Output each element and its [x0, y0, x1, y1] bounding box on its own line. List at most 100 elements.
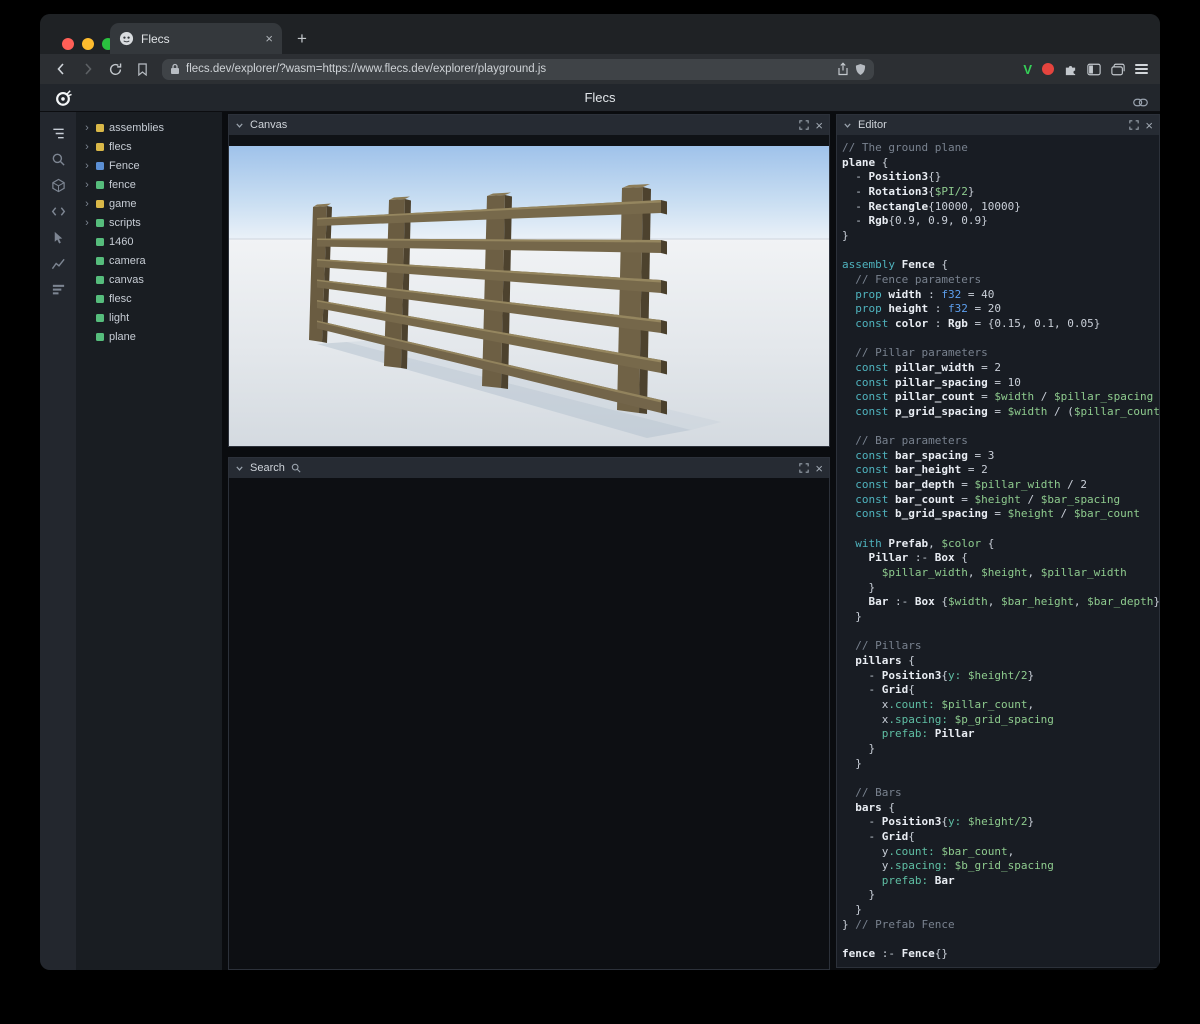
- tree-item-Fence[interactable]: ›Fence: [76, 156, 222, 175]
- code-line: const pillar_count = $width / $pillar_sp…: [842, 390, 1159, 405]
- code-line: with Prefab, $color {: [842, 537, 1159, 552]
- tree-item-canvas[interactable]: canvas: [76, 270, 222, 289]
- menu-icon[interactable]: [1135, 62, 1148, 76]
- editor-code[interactable]: // The ground planeplane { - Position3{}…: [837, 135, 1159, 967]
- chart-icon[interactable]: [40, 250, 76, 276]
- search-icon[interactable]: [40, 146, 76, 172]
- canvas-panel: Canvas ×: [228, 114, 830, 447]
- code-line: // Bars: [842, 786, 1159, 801]
- entity-color-icon: [96, 200, 104, 208]
- shield-icon[interactable]: [855, 63, 866, 76]
- search-icon[interactable]: [291, 463, 301, 473]
- fullscreen-icon[interactable]: [1129, 120, 1139, 130]
- entity-color-icon: [96, 124, 104, 132]
- expand-arrow-icon[interactable]: ›: [83, 198, 91, 210]
- chevron-down-icon[interactable]: [235, 121, 244, 130]
- wallet-icon[interactable]: [1111, 63, 1125, 76]
- code-line: const bar_spacing = 3: [842, 449, 1159, 464]
- code-line: pillars {: [842, 654, 1159, 669]
- share-icon[interactable]: [837, 62, 849, 76]
- search-results-area[interactable]: [229, 478, 829, 969]
- inspect-icon[interactable]: [40, 224, 76, 250]
- search-panel-title: Search: [250, 462, 285, 474]
- code-icon[interactable]: [40, 198, 76, 224]
- sidebar-toggle-icon[interactable]: [1087, 63, 1101, 76]
- code-line: }: [842, 742, 1159, 757]
- code-line: const p_grid_spacing = $width / ($pillar…: [842, 405, 1159, 420]
- editor-panel-header[interactable]: Editor ×: [837, 115, 1159, 135]
- tree-item-label: fence: [109, 179, 136, 191]
- editor-panel: Editor × // The ground planeplane { - Po…: [836, 114, 1160, 968]
- code-line: fence :- Fence{}: [842, 947, 1159, 962]
- tree-item-game[interactable]: ›game: [76, 194, 222, 213]
- puzzle-icon[interactable]: [1064, 63, 1077, 76]
- expand-arrow-icon[interactable]: ›: [83, 122, 91, 134]
- tab-close-icon[interactable]: ×: [265, 32, 273, 45]
- browser-tab[interactable]: Flecs ×: [110, 23, 282, 54]
- code-line: } // Prefab Fence: [842, 918, 1159, 933]
- code-line: [842, 419, 1159, 434]
- tree-item-light[interactable]: light: [76, 308, 222, 327]
- new-tab-button[interactable]: +: [290, 29, 314, 49]
- flecs-logo: [54, 89, 72, 112]
- close-window-button[interactable]: [62, 38, 74, 50]
- close-icon[interactable]: ×: [815, 119, 823, 132]
- canvas-panel-header[interactable]: Canvas ×: [229, 115, 829, 135]
- entity-color-icon: [96, 333, 104, 341]
- code-line: prop height : f32 = 20: [842, 302, 1159, 317]
- expand-arrow-icon[interactable]: ›: [83, 160, 91, 172]
- code-line: // The ground plane: [842, 141, 1159, 156]
- url-bar[interactable]: flecs.dev/explorer/?wasm=https://www.fle…: [162, 59, 874, 80]
- code-line: x.count: $pillar_count,: [842, 698, 1159, 713]
- code-line: }: [842, 229, 1159, 244]
- tree-item-1460[interactable]: 1460: [76, 232, 222, 251]
- tree-item-flesc[interactable]: flesc: [76, 289, 222, 308]
- code-line: prop width : f32 = 40: [842, 288, 1159, 303]
- tree-item-fence[interactable]: › fence: [76, 175, 222, 194]
- tree-item-plane[interactable]: plane: [76, 327, 222, 346]
- expand-arrow-icon[interactable]: ›: [83, 179, 91, 191]
- code-line: [842, 771, 1159, 786]
- tree-icon[interactable]: [40, 120, 76, 146]
- close-icon[interactable]: ×: [815, 462, 823, 475]
- tree-item-scripts[interactable]: › scripts: [76, 213, 222, 232]
- expand-arrow-icon[interactable]: ›: [83, 141, 91, 153]
- back-icon[interactable]: [50, 58, 72, 80]
- share-link-icon[interactable]: [1133, 94, 1148, 112]
- expand-arrow-icon[interactable]: ›: [83, 217, 91, 229]
- tree-item-label: scripts: [109, 217, 141, 229]
- tab-title: Flecs: [141, 32, 258, 46]
- search-panel-header[interactable]: Search ×: [229, 458, 829, 478]
- code-line: const bar_count = $height / $bar_spacing: [842, 493, 1159, 508]
- extension-v-icon[interactable]: V: [1023, 62, 1032, 77]
- entity-color-icon: [96, 257, 104, 265]
- tree-item-label: flesc: [109, 293, 132, 305]
- code-line: assembly Fence {: [842, 258, 1159, 273]
- entity-color-icon: [96, 276, 104, 284]
- entities-icon[interactable]: [40, 172, 76, 198]
- tree-item-camera[interactable]: camera: [76, 251, 222, 270]
- forward-icon[interactable]: [77, 58, 99, 80]
- entity-color-icon: [96, 181, 104, 189]
- fullscreen-icon[interactable]: [799, 120, 809, 130]
- fullscreen-icon[interactable]: [799, 463, 809, 473]
- url-text[interactable]: flecs.dev/explorer/?wasm=https://www.fle…: [186, 63, 831, 75]
- code-line: const b_grid_spacing = $height / $bar_co…: [842, 507, 1159, 522]
- stats-icon[interactable]: [40, 276, 76, 302]
- tree-item-assemblies[interactable]: ›assemblies: [76, 118, 222, 137]
- code-line: plane {: [842, 156, 1159, 171]
- bookmarks-icon[interactable]: [131, 58, 153, 80]
- tree-item-flecs[interactable]: ›flecs: [76, 137, 222, 156]
- chevron-down-icon[interactable]: [843, 121, 852, 130]
- reload-icon[interactable]: [104, 58, 126, 80]
- close-icon[interactable]: ×: [1145, 119, 1153, 132]
- page-title: Flecs: [584, 90, 615, 105]
- entity-color-icon: [96, 314, 104, 322]
- browser-window: Flecs × + flecs.dev/explorer/?wasm=https…: [40, 14, 1160, 970]
- chevron-down-icon[interactable]: [235, 464, 244, 473]
- tree-item-label: canvas: [109, 274, 144, 286]
- minimize-window-button[interactable]: [82, 38, 94, 50]
- code-line: }: [842, 888, 1159, 903]
- canvas-viewport[interactable]: [229, 135, 829, 446]
- adblock-icon[interactable]: [1042, 63, 1054, 75]
